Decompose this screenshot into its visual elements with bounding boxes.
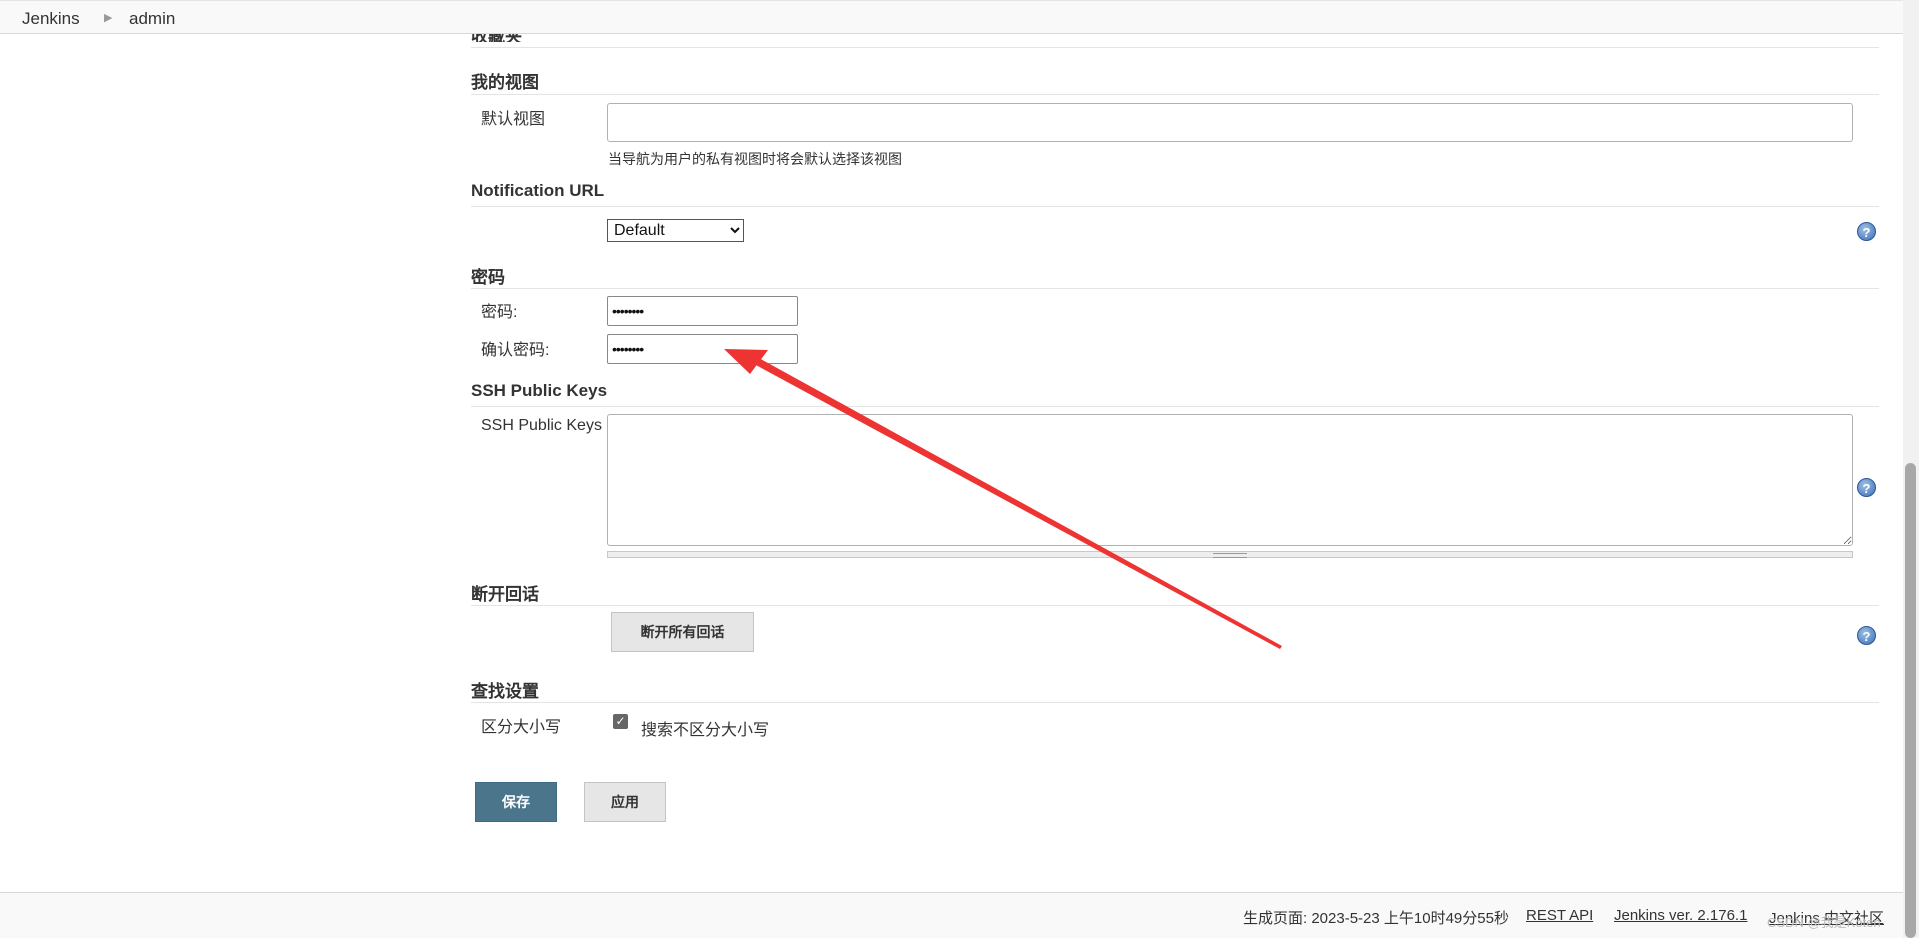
section-title-favorites: 收藏夹: [471, 34, 522, 42]
help-icon[interactable]: ?: [1857, 222, 1876, 241]
save-button[interactable]: 保存: [475, 782, 557, 822]
footer: 生成页面: 2023-5-23 上午10时49分55秒 REST API Jen…: [0, 892, 1903, 938]
section-title-sessions: 断开回话: [471, 585, 539, 604]
apply-button[interactable]: 应用: [584, 782, 666, 822]
case-insensitive-checkbox-label: 搜索不区分大小写: [641, 722, 770, 739]
confirm-password-label: 确认密码:: [481, 342, 550, 359]
breadcrumb: Jenkins ▶ admin: [0, 0, 1903, 34]
jenkins-version-link[interactable]: Jenkins ver. 2.176.1: [1614, 907, 1747, 924]
confirm-password-input[interactable]: ••••••••: [607, 334, 798, 364]
breadcrumb-admin[interactable]: admin: [129, 9, 175, 29]
footer-generated-time: 生成页面: 2023-5-23 上午10时49分55秒: [1243, 910, 1509, 927]
section-divider: [471, 288, 1879, 289]
scrollbar-thumb[interactable]: [1905, 463, 1916, 938]
rest-api-link[interactable]: REST API: [1526, 907, 1593, 924]
help-icon[interactable]: ?: [1857, 478, 1876, 497]
section-divider: [471, 47, 1879, 48]
case-sensitive-label: 区分大小写: [481, 719, 562, 736]
disconnect-all-sessions-button[interactable]: 断开所有回话: [611, 612, 754, 652]
section-title-notification-url: Notification URL: [471, 181, 605, 200]
section-title-password: 密码: [471, 268, 505, 287]
section-title-ssh-keys: SSH Public Keys: [471, 381, 608, 400]
watermark: CSDN @我是Koten: [1767, 915, 1881, 930]
password-label: 密码:: [481, 304, 518, 321]
grip-icon: [1213, 553, 1247, 558]
case-insensitive-checkbox[interactable]: ✓: [613, 714, 628, 729]
partial-section-clip: 收藏夹: [471, 34, 671, 42]
breadcrumb-separator-icon: ▶: [104, 12, 113, 24]
ssh-keys-label: SSH Public Keys: [481, 417, 602, 434]
breadcrumb-jenkins[interactable]: Jenkins: [22, 9, 80, 29]
ssh-keys-textarea[interactable]: [607, 414, 1853, 546]
section-divider: [471, 206, 1879, 207]
notification-url-select[interactable]: Default: [607, 219, 744, 242]
section-divider: [471, 702, 1879, 703]
section-divider: [471, 605, 1879, 606]
help-icon[interactable]: ?: [1857, 626, 1876, 645]
textarea-resize-bar[interactable]: [607, 551, 1853, 558]
default-view-label: 默认视图: [481, 111, 546, 128]
section-title-search: 查找设置: [471, 682, 539, 701]
section-divider: [471, 94, 1879, 95]
default-view-hint: 当导航为用户的私有视图时将会默认选择该视图: [608, 151, 902, 167]
section-divider: [471, 406, 1879, 407]
default-view-input[interactable]: [607, 103, 1853, 142]
password-input[interactable]: ••••••••: [607, 296, 798, 326]
section-title-my-views: 我的视图: [471, 73, 539, 92]
